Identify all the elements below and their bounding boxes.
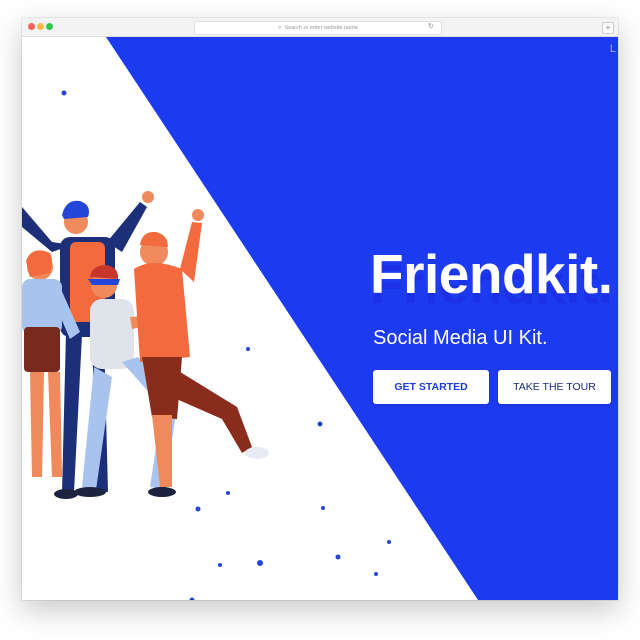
search-icon: ⌕ <box>278 24 282 31</box>
take-the-tour-button[interactable]: TAKE THE TOUR <box>498 370 611 404</box>
get-started-button[interactable]: GET STARTED <box>373 370 489 404</box>
minimize-window-button[interactable] <box>37 23 44 30</box>
browser-window: ⌕ Search or enter website name ↻ + Frien… <box>22 18 618 600</box>
friends-illustration <box>22 191 269 499</box>
brand-title: Friendkit. <box>370 243 613 305</box>
zoom-window-button[interactable] <box>46 23 53 30</box>
address-bar[interactable]: ⌕ Search or enter website name <box>194 21 442 35</box>
plus-icon: + <box>605 23 611 32</box>
close-window-button[interactable] <box>28 23 35 30</box>
landing-page: Friendkit. Social Media UI Kit. GET STAR… <box>22 37 618 600</box>
address-placeholder: Search or enter website name <box>284 25 358 31</box>
reload-icon[interactable]: ↻ <box>428 21 434 33</box>
browser-titlebar: ⌕ Search or enter website name ↻ + <box>22 18 618 37</box>
new-tab-button[interactable]: + <box>602 22 614 34</box>
person-orange-hoodie <box>134 209 269 497</box>
hero-subtitle: Social Media UI Kit. <box>373 327 548 349</box>
nav-link[interactable]: L <box>610 43 616 55</box>
